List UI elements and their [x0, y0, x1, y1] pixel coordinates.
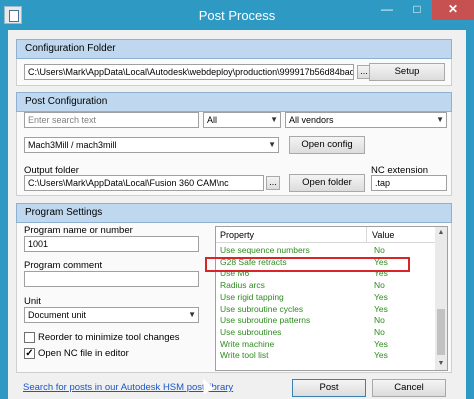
property-value: Yes: [374, 338, 388, 349]
close-button[interactable]: ✕: [432, 0, 474, 20]
unit-select[interactable]: Document unit ▼: [24, 307, 199, 323]
grid-row[interactable]: Write tool list Yes: [216, 350, 436, 362]
property-name: Use subroutines: [220, 326, 282, 337]
filter-select-value: All: [207, 115, 218, 125]
chevron-down-icon: ▼: [270, 115, 278, 124]
program-name-input[interactable]: 1001: [24, 236, 199, 252]
property-name: Write tool list: [220, 350, 269, 361]
grid-scrollbar[interactable]: ▲ ▼: [435, 227, 447, 370]
chevron-down-icon: ▼: [188, 310, 196, 319]
program-comment-input[interactable]: [24, 271, 199, 287]
configuration-folder-header: Configuration Folder: [16, 39, 452, 59]
reorder-checkbox[interactable]: [24, 332, 35, 343]
title-bar[interactable]: Post Process — □ ✕: [0, 0, 474, 30]
post-select[interactable]: Mach3Mill / mach3mill ▼: [24, 137, 279, 153]
column-divider[interactable]: [366, 227, 367, 243]
minimize-button[interactable]: —: [372, 0, 402, 20]
property-name: Use subroutine cycles: [220, 303, 304, 314]
property-value: Yes: [374, 291, 388, 302]
post-button[interactable]: Post: [292, 379, 366, 397]
vendor-select-value: All vendors: [289, 115, 334, 125]
setup-button[interactable]: Setup: [369, 63, 445, 81]
program-settings-header: Program Settings: [16, 203, 452, 223]
property-value: No: [374, 245, 385, 255]
open-folder-button[interactable]: Open folder: [289, 174, 365, 192]
unit-label: Unit: [24, 296, 41, 307]
property-value: No: [374, 280, 385, 291]
configuration-folder-path[interactable]: C:\Users\Mark\AppData\Local\Autodesk\web…: [24, 64, 354, 80]
nc-extension-field[interactable]: .tap: [371, 175, 447, 191]
grid-row[interactable]: Use subroutines No: [216, 327, 436, 339]
unit-select-value: Document unit: [28, 310, 87, 320]
property-value: Yes: [374, 350, 388, 361]
property-name: Write machine: [220, 338, 275, 349]
output-folder-path[interactable]: C:\Users\Mark\AppData\Local\Fusion 360 C…: [24, 175, 264, 191]
post-configuration-header: Post Configuration: [16, 92, 452, 112]
grid-header: Property Value: [216, 227, 436, 243]
chevron-down-icon: ▼: [436, 115, 444, 124]
scroll-up-icon[interactable]: ▲: [435, 227, 447, 239]
reorder-label: Reorder to minimize tool changes: [38, 332, 180, 343]
post-select-value: Mach3Mill / mach3mill: [28, 140, 117, 150]
grid-row[interactable]: Use rigid tapping Yes: [216, 292, 436, 304]
grid-row[interactable]: Radius arcs No: [216, 280, 436, 292]
filter-select[interactable]: All ▼: [203, 112, 281, 128]
checkmark-icon: ✓: [25, 348, 34, 359]
open-nc-checkbox[interactable]: ✓: [24, 348, 35, 359]
grid-row[interactable]: Write machine Yes: [216, 339, 436, 351]
open-nc-label: Open NC file in editor: [38, 348, 129, 359]
property-name: Use subroutine patterns: [220, 315, 311, 326]
value-column-header[interactable]: Value: [372, 230, 394, 240]
output-folder-browse-button[interactable]: ...: [266, 176, 280, 190]
scroll-thumb[interactable]: [437, 309, 445, 355]
property-value: No: [374, 315, 385, 326]
vendor-select[interactable]: All vendors ▼: [285, 112, 447, 128]
search-input[interactable]: Enter search text: [24, 112, 199, 128]
property-value: No: [374, 326, 385, 337]
cancel-button[interactable]: Cancel: [372, 379, 446, 397]
property-grid[interactable]: Property Value Use sequence numbers No G2…: [215, 226, 448, 371]
property-column-header[interactable]: Property: [220, 230, 254, 240]
property-name: Use sequence numbers: [220, 245, 310, 255]
program-name-label: Program name or number: [24, 225, 133, 236]
grid-row[interactable]: Use sequence numbers No: [216, 245, 436, 257]
property-name: Use rigid tapping: [220, 291, 284, 302]
chevron-down-icon: ▼: [268, 140, 276, 149]
open-config-button[interactable]: Open config: [289, 136, 365, 154]
property-value: Yes: [374, 303, 388, 314]
scroll-down-icon[interactable]: ▼: [435, 358, 447, 370]
property-name: Radius arcs: [220, 280, 265, 291]
grid-row[interactable]: Use subroutine cycles Yes: [216, 304, 436, 316]
maximize-button[interactable]: □: [402, 0, 432, 20]
annotation-highlight-box: [205, 257, 410, 272]
program-comment-label: Program comment: [24, 260, 103, 271]
grid-row[interactable]: Use subroutine patterns No: [216, 315, 436, 327]
